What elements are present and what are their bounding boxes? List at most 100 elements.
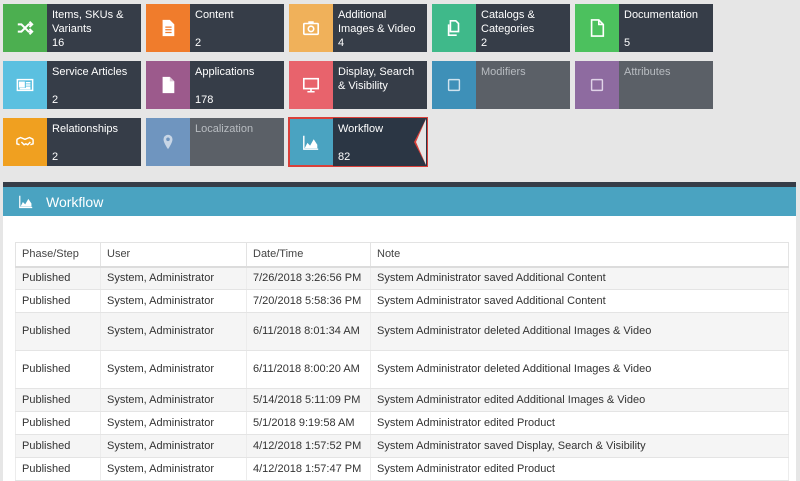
tile-count: 4 (338, 37, 345, 49)
tile-count: 178 (195, 94, 214, 106)
tile-catalogs-categories[interactable]: Catalogs & Categories 2 (432, 4, 570, 52)
cell-note: System Administrator saved Additional Co… (370, 266, 789, 290)
cell-phase: Published (15, 388, 101, 412)
panel-header: Workflow (3, 187, 796, 216)
cell-datetime: 4/12/2018 1:57:52 PM (246, 434, 371, 458)
monitor-icon (289, 61, 333, 109)
tile-count: 2 (195, 37, 202, 49)
tile-label: Workflow (338, 123, 384, 135)
workflow-table: Phase/Step User Date/Time Note Published… (15, 242, 789, 481)
tile-additional-images-video[interactable]: Additional Images & Video 4 (289, 4, 427, 52)
document-icon (146, 4, 190, 52)
tile-content[interactable]: Content 2 (146, 4, 284, 52)
camera-icon (289, 4, 333, 52)
table-row[interactable]: Published System, Administrator 4/12/201… (15, 457, 789, 481)
tile-label: Applications (195, 66, 255, 78)
tile-label: Service Articles (52, 66, 128, 78)
cell-datetime: 4/12/2018 1:57:47 PM (246, 457, 371, 481)
table-row[interactable]: Published System, Administrator 5/1/2018… (15, 411, 789, 435)
tile-label: Attributes (624, 66, 671, 78)
cell-note: System Administrator saved Additional Co… (370, 289, 789, 313)
tile-label: Modifiers (481, 66, 526, 78)
file-icon (575, 4, 619, 52)
cell-phase: Published (15, 312, 101, 351)
tile-count: 2 (52, 94, 59, 106)
shuffle-icon (3, 4, 47, 52)
tile-label: Relationships (52, 123, 119, 135)
tile-label: Additional Images & Video (338, 9, 416, 35)
tile-label: Content (195, 9, 234, 21)
cell-phase: Published (15, 350, 101, 389)
table-row[interactable]: Published System, Administrator 6/11/201… (15, 312, 789, 351)
checkbox-icon (432, 61, 476, 109)
tile-count: 2 (52, 151, 59, 163)
tile-label: Documentation (624, 9, 698, 21)
cell-user: System, Administrator (100, 350, 247, 389)
cell-note: System Administrator edited Product (370, 411, 789, 435)
cell-phase: Published (15, 411, 101, 435)
column-header-user[interactable]: User (100, 242, 247, 268)
tile-count: 82 (338, 151, 351, 163)
table-row[interactable]: Published System, Administrator 7/20/201… (15, 289, 789, 313)
cell-datetime: 7/20/2018 5:58:36 PM (246, 289, 371, 313)
cell-user: System, Administrator (100, 388, 247, 412)
cell-user: System, Administrator (100, 411, 247, 435)
tile-label: Localization (195, 123, 254, 135)
cell-phase: Published (15, 266, 101, 290)
table-row[interactable]: Published System, Administrator 5/14/201… (15, 388, 789, 412)
panel-title: Workflow (46, 193, 104, 210)
tile-applications[interactable]: Applications 178 (146, 61, 284, 109)
cell-phase: Published (15, 457, 101, 481)
table-header-row: Phase/Step User Date/Time Note (15, 242, 789, 268)
document-icon (146, 61, 190, 109)
tile-relationships[interactable]: Relationships 2 (3, 118, 141, 166)
cell-datetime: 6/11/2018 8:00:20 AM (246, 350, 371, 389)
area-chart-icon (19, 195, 33, 208)
cell-datetime: 5/14/2018 5:11:09 PM (246, 388, 371, 412)
column-header-phase[interactable]: Phase/Step (15, 242, 101, 268)
workflow-panel: Workflow Phase/Step User Date/Time Note … (3, 182, 796, 481)
cell-datetime: 5/1/2018 9:19:58 AM (246, 411, 371, 435)
cell-user: System, Administrator (100, 289, 247, 313)
tile-label: Items, SKUs & Variants (52, 9, 124, 35)
column-header-datetime[interactable]: Date/Time (246, 242, 371, 268)
cell-note: System Administrator deleted Additional … (370, 350, 789, 389)
table-row[interactable]: Published System, Administrator 6/11/201… (15, 350, 789, 389)
cell-note: System Administrator saved Display, Sear… (370, 434, 789, 458)
tile-documentation[interactable]: Documentation 5 (575, 4, 713, 52)
cell-note: System Administrator deleted Additional … (370, 312, 789, 351)
cell-note: System Administrator edited Product (370, 457, 789, 481)
table-row[interactable]: Published System, Administrator 4/12/201… (15, 434, 789, 458)
cell-user: System, Administrator (100, 312, 247, 351)
checkbox-icon (575, 61, 619, 109)
column-header-note[interactable]: Note (370, 242, 789, 268)
tile-label: Display, Search & Visibility (338, 66, 415, 92)
table-row[interactable]: Published System, Administrator 7/26/201… (15, 266, 789, 290)
tile-label: Catalogs & Categories (481, 9, 535, 35)
tile-modifiers[interactable]: Modifiers (432, 61, 570, 109)
tile-localization[interactable]: Localization (146, 118, 284, 166)
cell-user: System, Administrator (100, 266, 247, 290)
tile-service-articles[interactable]: Service Articles 2 (3, 61, 141, 109)
area-chart-icon (289, 118, 333, 166)
tile-count: 2 (481, 37, 488, 49)
newspaper-icon (3, 61, 47, 109)
tile-workflow[interactable]: Workflow 82 (288, 117, 428, 167)
map-pin-icon (146, 118, 190, 166)
cell-phase: Published (15, 289, 101, 313)
cell-datetime: 6/11/2018 8:01:34 AM (246, 312, 371, 351)
cell-user: System, Administrator (100, 457, 247, 481)
tile-count: 16 (52, 37, 65, 49)
copy-icon (432, 4, 476, 52)
cell-datetime: 7/26/2018 3:26:56 PM (246, 266, 371, 290)
tile-count: 5 (624, 37, 631, 49)
module-tiles: Items, SKUs & Variants 16 Content 2 Additi… (3, 4, 800, 174)
tile-items-skus-variants[interactable]: Items, SKUs & Variants 16 (3, 4, 141, 52)
tile-attributes[interactable]: Attributes (575, 61, 713, 109)
cell-user: System, Administrator (100, 434, 247, 458)
active-indicator (416, 119, 426, 165)
cell-phase: Published (15, 434, 101, 458)
cell-note: System Administrator edited Additional I… (370, 388, 789, 412)
tile-display-search-visibility[interactable]: Display, Search & Visibility (289, 61, 427, 109)
handshake-icon (3, 118, 47, 166)
